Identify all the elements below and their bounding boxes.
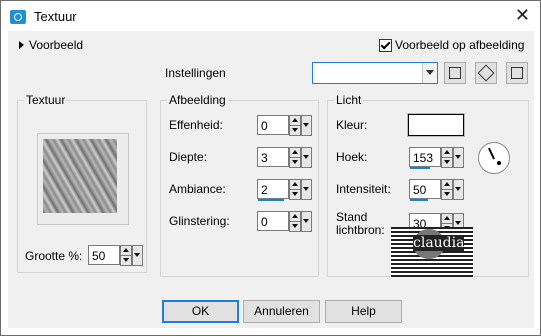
texture-swatch bbox=[43, 139, 117, 213]
ambiance-label: Ambiance: bbox=[169, 182, 226, 196]
spin-down-icon[interactable] bbox=[441, 189, 453, 200]
shine-value: 0 bbox=[261, 215, 268, 229]
chevron-down-icon[interactable] bbox=[453, 147, 464, 168]
texture-preview[interactable] bbox=[37, 133, 129, 225]
reset-button[interactable] bbox=[506, 62, 528, 84]
ambiance-spinner[interactable]: 2 bbox=[257, 179, 312, 201]
angle-dial[interactable] bbox=[478, 142, 510, 174]
angle-value: 153 bbox=[413, 151, 434, 165]
watermark-text: claudia bbox=[413, 235, 465, 251]
depth-label: Diepte: bbox=[169, 150, 208, 164]
light-group-title: Licht bbox=[334, 93, 364, 107]
intensity-input[interactable]: 50 bbox=[409, 179, 441, 199]
cancel-button[interactable]: Annuleren bbox=[243, 300, 320, 323]
chevron-down-icon[interactable] bbox=[453, 179, 464, 200]
shine-input[interactable]: 0 bbox=[257, 211, 289, 231]
elevation-label-2: lichtbron: bbox=[336, 223, 385, 237]
preview-on-image-label[interactable]: Voorbeeld op afbeelding bbox=[395, 38, 524, 52]
title-bar: Textuur ✕ bbox=[1, 1, 540, 31]
angle-input[interactable]: 153 bbox=[409, 147, 441, 167]
close-icon[interactable]: ✕ bbox=[515, 6, 530, 24]
value-bar bbox=[410, 167, 430, 169]
image-group-title: Afbeelding bbox=[167, 93, 228, 107]
app-icon bbox=[10, 10, 26, 24]
random-dice-icon bbox=[477, 64, 495, 82]
expand-triangle-icon[interactable] bbox=[19, 41, 24, 49]
intensity-spinner[interactable]: 50 bbox=[409, 179, 464, 201]
smoothness-value: 0 bbox=[261, 119, 268, 133]
intensity-value: 50 bbox=[413, 183, 427, 197]
smoothness-spinner[interactable]: 0 bbox=[257, 115, 312, 136]
angle-spinner[interactable]: 153 bbox=[409, 147, 464, 169]
chevron-down-icon[interactable] bbox=[301, 179, 312, 200]
reset-icon bbox=[511, 67, 523, 79]
elevation-label-1: Stand bbox=[336, 210, 368, 224]
save-preset-icon bbox=[449, 67, 461, 79]
spin-down-icon[interactable] bbox=[120, 255, 132, 266]
chevron-down-icon[interactable] bbox=[301, 147, 312, 168]
size-label: Grootte %: bbox=[25, 249, 83, 263]
ambiance-value: 2 bbox=[261, 183, 268, 197]
settings-label: Instellingen bbox=[165, 66, 226, 80]
chevron-down-icon[interactable] bbox=[301, 211, 312, 232]
ambiance-input[interactable]: 2 bbox=[257, 179, 289, 199]
angle-label: Hoek: bbox=[336, 150, 368, 164]
depth-input[interactable]: 3 bbox=[257, 147, 289, 167]
size-value: 50 bbox=[92, 249, 106, 263]
dial-needle bbox=[488, 147, 495, 160]
chevron-down-icon[interactable] bbox=[422, 63, 437, 83]
window-title: Textuur bbox=[34, 9, 77, 24]
spin-down-icon[interactable] bbox=[289, 189, 301, 200]
light-color-swatch[interactable] bbox=[407, 113, 465, 137]
preview-toggle[interactable]: Voorbeeld bbox=[29, 38, 83, 52]
intensity-label: Intensiteit: bbox=[336, 182, 391, 196]
depth-spinner[interactable]: 3 bbox=[257, 147, 312, 168]
depth-value: 3 bbox=[261, 151, 268, 165]
spin-down-icon[interactable] bbox=[289, 221, 301, 232]
settings-dropdown[interactable] bbox=[312, 62, 438, 84]
spin-down-icon[interactable] bbox=[289, 157, 301, 168]
shine-spinner[interactable]: 0 bbox=[257, 211, 312, 232]
color-label: Kleur: bbox=[336, 118, 368, 132]
smoothness-label: Effenheid: bbox=[169, 118, 223, 132]
shine-label: Glinstering: bbox=[169, 214, 230, 228]
dialog-body: Voorbeeld Voorbeeld op afbeelding Instel… bbox=[8, 31, 534, 328]
save-preset-button[interactable] bbox=[444, 62, 466, 84]
spin-down-icon[interactable] bbox=[289, 125, 301, 136]
preview-on-image-checkbox[interactable] bbox=[379, 39, 392, 52]
ok-button[interactable]: OK bbox=[162, 300, 239, 323]
value-bar bbox=[258, 199, 284, 201]
texture-group-title: Textuur bbox=[24, 93, 68, 107]
chevron-down-icon[interactable] bbox=[132, 245, 143, 266]
smoothness-input[interactable]: 0 bbox=[257, 115, 289, 135]
random-button[interactable] bbox=[475, 62, 497, 84]
value-bar bbox=[410, 199, 428, 201]
watermark-stamp: claudia bbox=[391, 227, 473, 277]
size-input[interactable]: 50 bbox=[88, 245, 120, 265]
size-spinner[interactable]: 50 bbox=[88, 245, 143, 266]
spin-down-icon[interactable] bbox=[441, 157, 453, 168]
help-button[interactable]: Help bbox=[325, 300, 402, 323]
chevron-down-icon[interactable] bbox=[301, 115, 312, 136]
dial-knob bbox=[497, 161, 501, 165]
texture-dialog: Textuur ✕ Voorbeeld Voorbeeld op afbeeld… bbox=[0, 0, 541, 336]
